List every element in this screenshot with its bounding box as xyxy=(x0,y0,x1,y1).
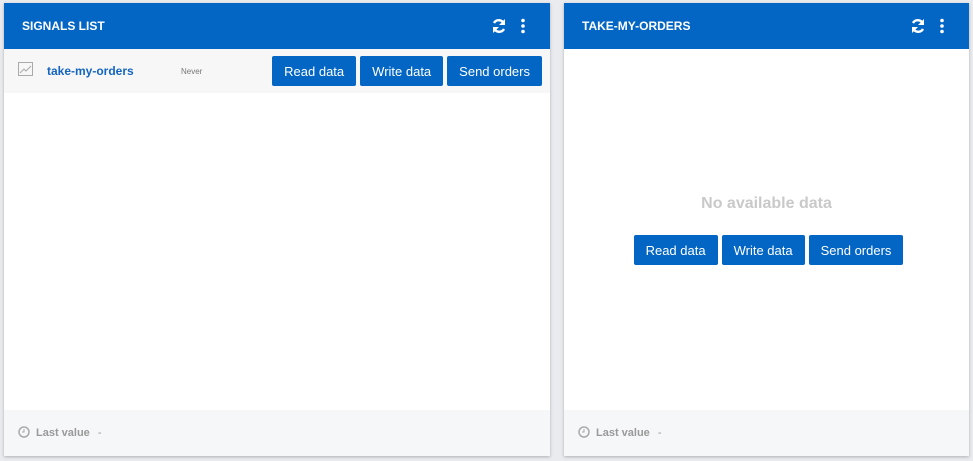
last-value: - xyxy=(657,427,662,439)
write-data-button[interactable]: Write data xyxy=(721,235,805,265)
empty-state-text: No available data xyxy=(701,195,832,212)
signal-detail-panel: TAKE-MY-ORDERS No available data Read da… xyxy=(564,3,969,456)
signals-list-panel: SIGNALS LIST take-my-orders Never Read d… xyxy=(4,3,550,456)
panel-footer: Last value - xyxy=(4,410,550,456)
send-orders-button[interactable]: Send orders xyxy=(447,56,542,86)
last-value: - xyxy=(97,427,102,439)
panel-header: TAKE-MY-ORDERS xyxy=(564,3,969,49)
empty-state-actions: Read data Write data Send orders xyxy=(564,235,969,265)
panel-title: TAKE-MY-ORDERS xyxy=(582,19,691,33)
refresh-icon[interactable] xyxy=(909,17,927,35)
clock-icon xyxy=(578,425,590,441)
signal-name[interactable]: take-my-orders xyxy=(47,64,181,78)
last-value-label: Last value xyxy=(36,427,90,439)
read-data-button[interactable]: Read data xyxy=(633,235,718,265)
panel-title: SIGNALS LIST xyxy=(22,19,105,33)
write-data-button[interactable]: Write data xyxy=(360,56,444,86)
more-vert-icon[interactable] xyxy=(933,17,951,35)
panel-footer: Last value - xyxy=(564,410,969,456)
refresh-icon[interactable] xyxy=(490,17,508,35)
read-data-button[interactable]: Read data xyxy=(272,56,357,86)
panel-header: SIGNALS LIST xyxy=(4,3,550,49)
send-orders-button[interactable]: Send orders xyxy=(808,235,904,265)
chart-icon xyxy=(18,61,33,81)
clock-icon xyxy=(18,425,30,441)
list-item[interactable]: take-my-orders Never Read data Write dat… xyxy=(4,49,550,93)
signal-last-update: Never xyxy=(181,66,203,76)
last-value-label: Last value xyxy=(596,427,650,439)
more-vert-icon[interactable] xyxy=(514,17,532,35)
